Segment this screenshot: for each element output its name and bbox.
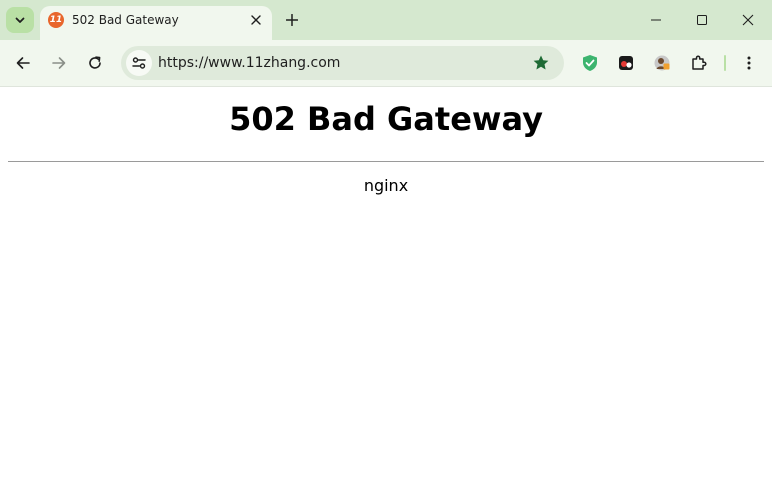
url-text[interactable]: https://www.11zhang.com <box>158 54 340 72</box>
reload-button[interactable] <box>81 49 109 77</box>
server-name: nginx <box>363 176 409 195</box>
minimize-icon <box>651 19 661 21</box>
toolbar-divider <box>724 55 726 71</box>
tab-strip: 11 502 Bad Gateway <box>0 0 772 40</box>
extension-recorder[interactable] <box>616 53 636 73</box>
extension-avatar[interactable] <box>652 53 672 73</box>
chevron-down-icon <box>15 17 25 23</box>
tab-search-button[interactable] <box>6 7 34 33</box>
plus-icon <box>286 14 298 26</box>
address-bar[interactable]: https://www.11zhang.com <box>121 46 564 80</box>
avatar-extension-icon <box>654 55 670 71</box>
close-icon <box>251 15 261 25</box>
window-close-button[interactable] <box>732 4 764 36</box>
back-button[interactable] <box>9 49 37 77</box>
star-icon[interactable] <box>532 54 550 72</box>
puzzle-icon <box>692 55 707 70</box>
error-heading: 502 Bad Gateway <box>229 100 543 138</box>
maximize-icon <box>697 15 707 25</box>
forward-button[interactable] <box>45 49 73 77</box>
kebab-menu-icon <box>747 56 751 70</box>
browser-menu-button[interactable] <box>738 51 760 75</box>
arrow-left-icon <box>16 57 30 69</box>
browser-window: 11 502 Bad Gateway https://www.11zhang.c… <box>0 0 772 499</box>
minimize-button[interactable] <box>640 4 672 36</box>
toolbar: https://www.11zhang.com <box>0 40 772 87</box>
extension-shield[interactable] <box>580 53 600 73</box>
site-favicon-icon: 11 <box>48 12 64 28</box>
tab-title: 502 Bad Gateway <box>72 13 179 27</box>
reload-icon <box>89 56 101 69</box>
tune-icon <box>132 57 146 69</box>
active-tab[interactable]: 11 502 Bad Gateway <box>40 6 272 40</box>
arrow-right-icon <box>52 57 66 69</box>
divider <box>8 161 764 162</box>
record-icon <box>619 56 633 70</box>
tab-close-button[interactable] <box>246 10 266 30</box>
maximize-button[interactable] <box>686 4 718 36</box>
close-icon <box>742 14 754 26</box>
new-tab-button[interactable] <box>280 8 304 32</box>
shield-check-icon <box>583 55 597 71</box>
site-info-button[interactable] <box>126 50 152 76</box>
extensions-button[interactable] <box>689 53 709 73</box>
page-content: 502 Bad Gateway nginx <box>0 87 772 499</box>
